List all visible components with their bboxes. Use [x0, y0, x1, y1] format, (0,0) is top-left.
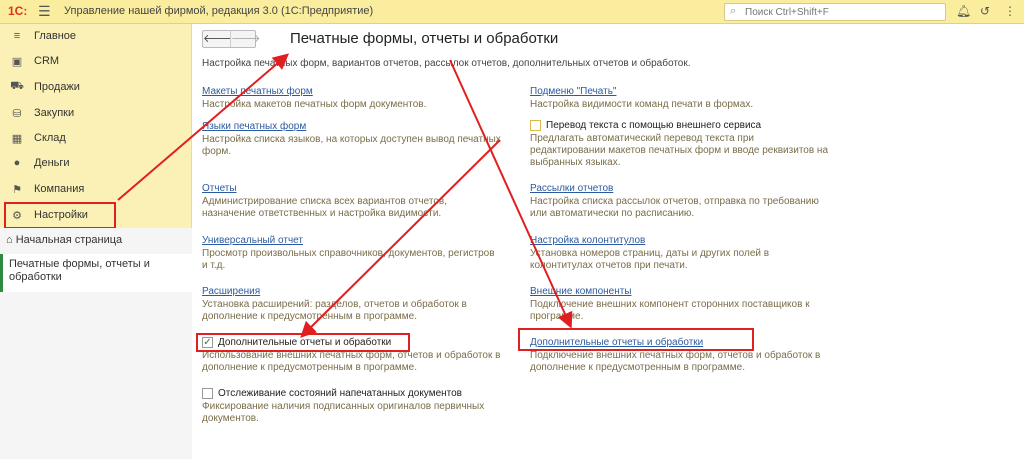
- external-components-link[interactable]: Внешние компоненты: [530, 286, 830, 297]
- universal-report-link[interactable]: Универсальный отчет: [202, 235, 502, 246]
- section-description: Настройка видимости команд печати в форм…: [530, 99, 754, 110]
- open-window-item[interactable]: Печатные формы, отчеты и обработки: [0, 254, 192, 292]
- section-translation-option: Перевод текста с помощью внешнего сервис…: [530, 120, 830, 169]
- history-icon[interactable]: ↺: [980, 4, 990, 18]
- sidebar-item-label: Деньги: [34, 157, 70, 169]
- page-description: Настройка печатных форм, вариантов отчет…: [202, 58, 691, 69]
- extensions-link[interactable]: Расширения: [202, 286, 502, 297]
- search-box[interactable]: ⌕: [724, 3, 946, 21]
- translation-checkbox-row[interactable]: Перевод текста с помощью внешнего сервис…: [530, 120, 830, 131]
- section-universal-report: Универсальный отчет Просмотр произвольны…: [202, 235, 502, 272]
- checkbox-label: Перевод текста с помощью внешнего сервис…: [546, 120, 762, 131]
- home-page-link[interactable]: ⌂ Начальная страница: [6, 234, 122, 246]
- sidebar-item-main[interactable]: ≡ Главное: [0, 24, 192, 48]
- sidebar-item-company[interactable]: ⚑ Компания: [0, 177, 192, 201]
- highlight-frame: [4, 202, 116, 229]
- section-description: Использование внешних печатных форм, отч…: [202, 350, 501, 373]
- more-icon[interactable]: ⋮: [1004, 4, 1016, 18]
- document-tracking-checkbox-row[interactable]: Отслеживание состояний напечатанных доку…: [202, 388, 502, 399]
- search-input[interactable]: [745, 5, 941, 19]
- app-title: Управление нашей фирмой, редакция 3.0 (1…: [64, 5, 374, 17]
- sidebar-item-warehouse[interactable]: ▦ Склад: [0, 126, 192, 150]
- sidebar-item-sales[interactable]: ⛟ Продажи: [0, 75, 192, 99]
- section-description: Подключение внешних компонент сторонних …: [530, 299, 810, 322]
- highlight-frame: [196, 333, 410, 352]
- section-description: Фиксирование наличия подписанных оригина…: [202, 401, 485, 424]
- highlight-frame: [518, 328, 754, 351]
- print-submenu-link[interactable]: Подменю "Печать": [530, 86, 830, 97]
- crm-icon: ▣: [11, 55, 23, 68]
- print-languages-link[interactable]: Языки печатных форм: [202, 121, 502, 132]
- headers-footers-link[interactable]: Настройка колонтитулов: [530, 235, 830, 246]
- forward-button[interactable]: 🡒: [230, 31, 261, 47]
- checkbox-unchecked[interactable]: [202, 388, 213, 399]
- reports-link[interactable]: Отчеты: [202, 183, 502, 194]
- menu-icon: ≡: [13, 30, 21, 42]
- section-description: Настройка списка рассылок отчетов, отпра…: [530, 196, 819, 219]
- bell-icon[interactable]: 🔔︎: [956, 4, 971, 18]
- back-button[interactable]: 🡐: [203, 31, 233, 47]
- sidebar-item-label: Компания: [34, 183, 85, 195]
- section-description: Просмотр произвольных справочников, доку…: [202, 248, 495, 271]
- section-description: Настройка макетов печатных форм документ…: [202, 99, 427, 110]
- app-logo: 1С:: [8, 4, 28, 18]
- menu-icon[interactable]: ☰: [38, 3, 51, 20]
- sidebar-item-label: Склад: [34, 132, 66, 144]
- sidebar-item-money[interactable]: ● Деньги: [0, 151, 192, 175]
- page-title: Печатные формы, отчеты и обработки: [290, 30, 559, 47]
- warehouse-icon: ▦: [11, 132, 23, 145]
- section-description: Администрирование списка всех вариантов …: [202, 196, 447, 219]
- purchases-icon: ⛁: [12, 107, 22, 120]
- section-print-submenu: Подменю "Печать" Настройка видимости ком…: [530, 86, 830, 111]
- section-print-languages: Языки печатных форм Настройка списка язы…: [202, 121, 502, 158]
- sales-icon: ⛟: [10, 80, 24, 92]
- section-extensions: Расширения Установка расширений: раздело…: [202, 286, 502, 323]
- home-page-label: Начальная страница: [15, 234, 123, 246]
- sidebar-item-crm[interactable]: ▣ CRM: [0, 49, 192, 73]
- sidebar-item-label: CRM: [34, 55, 60, 67]
- section-external-components: Внешние компоненты Подключение внешних к…: [530, 286, 830, 323]
- section-document-tracking: Отслеживание состояний напечатанных доку…: [202, 388, 502, 425]
- section-print-templates: Макеты печатных форм Настройка макетов п…: [202, 86, 502, 111]
- section-description: Подключение внешних печатных форм, отчет…: [530, 350, 821, 373]
- section-description: Установка номеров страниц, даты и других…: [530, 248, 770, 271]
- main-content: 🡐 🡒 Печатные формы, отчеты и обработки Н…: [192, 24, 1024, 459]
- sidebar-item-label: Продажи: [34, 81, 80, 93]
- section-reports: Отчеты Администрирование списка всех вар…: [202, 183, 502, 220]
- navigation-panel: ⌂ Начальная страница Печатные формы, отч…: [0, 228, 192, 459]
- sidebar: ≡ Главное ▣ CRM ⛟ Продажи ⛁ Закупки ▦ Ск…: [0, 24, 192, 459]
- search-icon: ⌕: [730, 5, 737, 17]
- section-report-mailings: Рассылки отчетов Настройка списка рассыл…: [530, 183, 830, 220]
- flag-icon: ⚑: [12, 183, 22, 196]
- print-templates-link[interactable]: Макеты печатных форм: [202, 86, 502, 97]
- sidebar-item-purchases[interactable]: ⛁ Закупки: [0, 101, 192, 125]
- checkbox-unchecked[interactable]: [530, 120, 541, 131]
- money-icon: ●: [13, 157, 21, 169]
- section-description: Предлагать автоматический перевод текста…: [530, 133, 829, 168]
- top-bar: 1С: ☰ Управление нашей фирмой, редакция …: [0, 0, 1024, 24]
- section-description: Установка расширений: разделов, отчетов …: [202, 299, 467, 322]
- report-mailings-link[interactable]: Рассылки отчетов: [530, 183, 830, 194]
- checkbox-label: Отслеживание состояний напечатанных доку…: [218, 388, 462, 399]
- section-description: Настройка списка языков, на которых дост…: [202, 134, 501, 157]
- sidebar-item-label: Закупки: [34, 107, 75, 119]
- sidebar-item-label: Главное: [34, 30, 77, 42]
- section-headers-footers: Настройка колонтитулов Установка номеров…: [530, 235, 830, 272]
- history-nav: 🡐 🡒: [202, 30, 261, 48]
